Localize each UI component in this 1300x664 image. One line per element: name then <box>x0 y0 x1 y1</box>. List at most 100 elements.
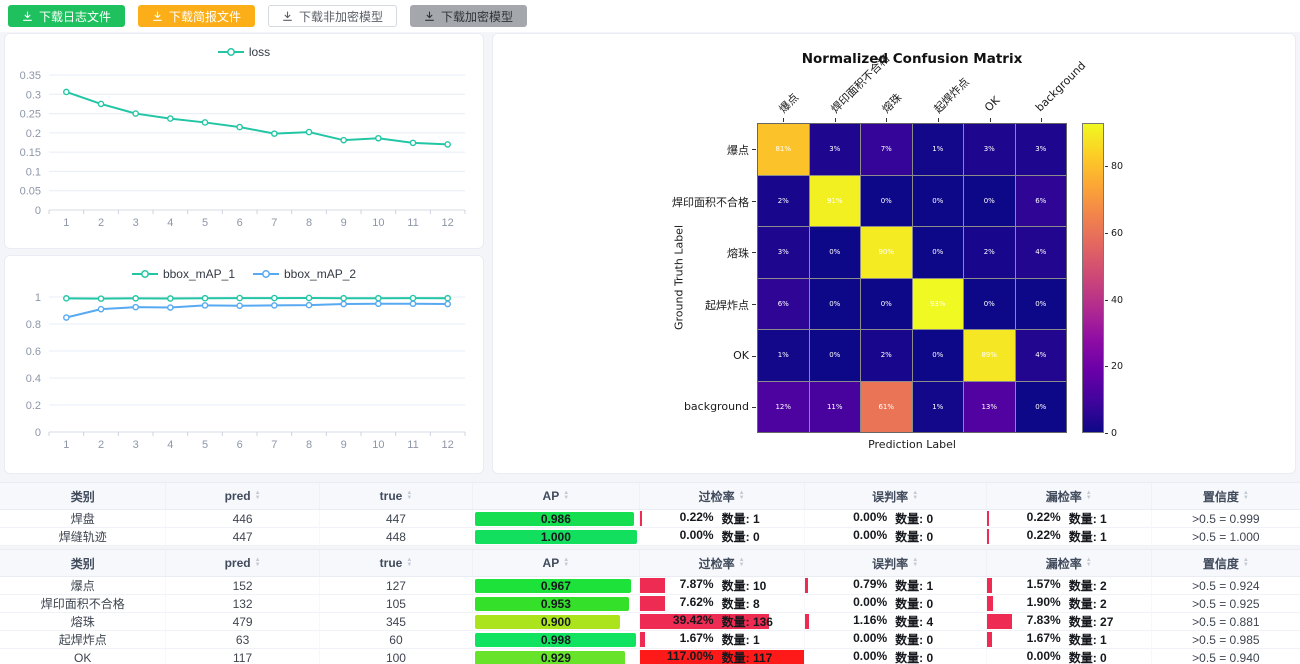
colorbar-tick-label: 80 <box>1111 161 1123 172</box>
column-header-true[interactable]: true▲▼ <box>320 550 473 577</box>
true-cell: 448 <box>320 528 473 546</box>
x-axis-tick-label: 9 <box>341 217 347 229</box>
sort-caret-icon[interactable]: ▲▼ <box>563 491 569 501</box>
data-point <box>410 140 415 145</box>
category-cell: 焊印面积不合格 <box>0 595 166 613</box>
sort-caret-icon[interactable]: ▲▼ <box>1243 558 1249 568</box>
sort-caret-icon[interactable]: ▲▼ <box>739 491 745 501</box>
column-header-漏检率[interactable]: 漏检率▲▼ <box>987 550 1152 577</box>
column-header-label: 类别 <box>71 555 95 572</box>
table-row: OK1171000.929117.00%数量: 1170.00%数量: 00.0… <box>0 649 1300 664</box>
rate-count: 数量: 1 <box>722 510 786 527</box>
column-header-true[interactable]: true▲▼ <box>320 483 473 510</box>
button-label: 下载非加密模型 <box>299 8 383 25</box>
x-axis-tick-label: 2 <box>98 217 104 229</box>
sort-caret-icon[interactable]: ▲▼ <box>912 558 918 568</box>
data-point <box>376 136 381 141</box>
rate-percent: 0.00% <box>831 510 887 527</box>
legend-label: loss <box>249 45 270 59</box>
rate-count: 数量: 0 <box>895 528 959 545</box>
x-axis-tick-label: 12 <box>442 439 454 451</box>
rate-percent: 0.00% <box>831 631 887 648</box>
column-header-pred[interactable]: pred▲▼ <box>166 483 319 510</box>
column-header-类别: 类别 <box>0 550 166 577</box>
colorbar-tick-label: 60 <box>1111 228 1123 239</box>
matrix-cell: 0% <box>913 176 964 227</box>
ap-value: 0.967 <box>473 579 638 593</box>
confidence-cell: >0.5 = 0.924 <box>1152 577 1300 595</box>
rate-percent: 0.00% <box>658 528 714 545</box>
column-header-label: 误判率 <box>872 488 908 505</box>
column-header-漏检率[interactable]: 漏检率 ▲▼ <box>987 483 1152 510</box>
download-encrypted-model-button[interactable]: 下载加密模型 <box>410 5 527 27</box>
sort-caret-icon[interactable]: ▲▼ <box>1243 491 1249 501</box>
sort-caret-icon[interactable]: ▲▼ <box>912 491 918 501</box>
column-header-类别: 类别 <box>0 483 166 510</box>
rate-percent: 0.00% <box>831 595 887 612</box>
ap-cell: 0.929 <box>473 649 639 664</box>
column-header-过检率[interactable]: 过检率▲▼ <box>640 550 805 577</box>
data-point <box>202 296 207 301</box>
legend-item-bbox-map-2[interactable]: bbox_mAP_2 <box>253 266 356 282</box>
category-cell: 焊盘 <box>0 510 166 528</box>
x-axis-tick-label: 8 <box>306 217 312 229</box>
data-point <box>376 296 381 301</box>
legend-marker-icon <box>253 269 279 279</box>
y-axis-tick-label: 0.8 <box>26 319 41 331</box>
confusion-matrix-grid: 81%3%7%1%3%3%2%91%0%0%0%6%3%0%90%0%2%4%6… <box>757 123 1067 433</box>
matrix-cell: 3% <box>758 227 809 278</box>
rate-cell: 1.90% 数量: 2 <box>987 595 1152 613</box>
rate-count: 数量: 0 <box>895 510 959 527</box>
matrix-cell: 1% <box>758 330 809 381</box>
matrix-cell: 0% <box>964 176 1015 227</box>
button-label: 下载简报文件 <box>169 8 241 25</box>
button-label: 下载加密模型 <box>441 8 513 25</box>
rate-count: 数量: 2 <box>1069 595 1133 612</box>
table-row: 焊盘4464470.9860.22%数量: 10.00%数量: 00.22%数量… <box>0 510 1300 528</box>
column-header-pred[interactable]: pred▲▼ <box>166 550 319 577</box>
rate-count: 数量: 0 <box>895 595 959 612</box>
rate-percent: 1.67% <box>1005 631 1061 648</box>
sort-caret-icon[interactable]: ▲▼ <box>406 491 412 501</box>
rate-percent: 1.90% <box>1005 595 1061 612</box>
column-header-AP[interactable]: AP▲▼ <box>473 483 639 510</box>
sort-caret-icon[interactable]: ▲▼ <box>739 558 745 568</box>
confusion-matrix-title: Normalized Confusion Matrix <box>597 51 1227 67</box>
sort-caret-icon[interactable]: ▲▼ <box>1086 491 1092 501</box>
column-header-置信度[interactable]: 置信度▲▼ <box>1152 550 1300 577</box>
legend-item-loss[interactable]: loss <box>218 44 270 60</box>
matrix-cell: 0% <box>861 279 912 330</box>
download-report-button[interactable]: 下载简报文件 <box>138 5 255 27</box>
rate-cell: 0.22%数量: 1 <box>987 510 1152 528</box>
button-label: 下载日志文件 <box>39 8 111 25</box>
matrix-row-label: background <box>549 400 749 413</box>
ap-value: 0.986 <box>473 512 638 526</box>
column-header-置信度[interactable]: 置信度▲▼ <box>1152 483 1300 510</box>
matrix-cell: 4% <box>1016 330 1067 381</box>
sort-caret-icon[interactable]: ▲▼ <box>406 558 412 568</box>
rate-cell: 7.87%数量: 10 <box>640 577 805 595</box>
x-axis-tick-label: 1 <box>63 439 69 451</box>
rate-percent: 39.42% <box>658 613 714 630</box>
data-point <box>168 296 173 301</box>
y-axis-tick-label: 0.3 <box>26 89 41 101</box>
ap-value: 1.000 <box>473 530 638 544</box>
column-header-label: 漏检率 <box>1046 488 1082 505</box>
column-header-误判率[interactable]: 误判率 ▲▼ <box>805 483 987 510</box>
ap-value: 0.900 <box>473 615 638 629</box>
sort-caret-icon[interactable]: ▲▼ <box>255 558 261 568</box>
x-axis-tick-label: 7 <box>271 439 277 451</box>
sort-caret-icon[interactable]: ▲▼ <box>1086 558 1092 568</box>
sort-caret-icon[interactable]: ▲▼ <box>255 491 261 501</box>
legend-label: bbox_mAP_1 <box>163 267 235 281</box>
rate-percent: 0.00% <box>831 649 887 664</box>
column-header-误判率[interactable]: 误判率▲▼ <box>805 550 987 577</box>
legend-item-bbox-map-1[interactable]: bbox_mAP_1 <box>132 266 235 282</box>
pred-cell: 447 <box>166 528 319 546</box>
download-log-button[interactable]: 下载日志文件 <box>8 5 125 27</box>
column-header-过检率[interactable]: 过检率▲▼ <box>640 483 805 510</box>
matrix-cell: 1% <box>913 124 964 175</box>
download-plain-model-button[interactable]: 下载非加密模型 <box>268 5 397 27</box>
column-header-AP[interactable]: AP▲▼ <box>473 550 639 577</box>
sort-caret-icon[interactable]: ▲▼ <box>563 558 569 568</box>
